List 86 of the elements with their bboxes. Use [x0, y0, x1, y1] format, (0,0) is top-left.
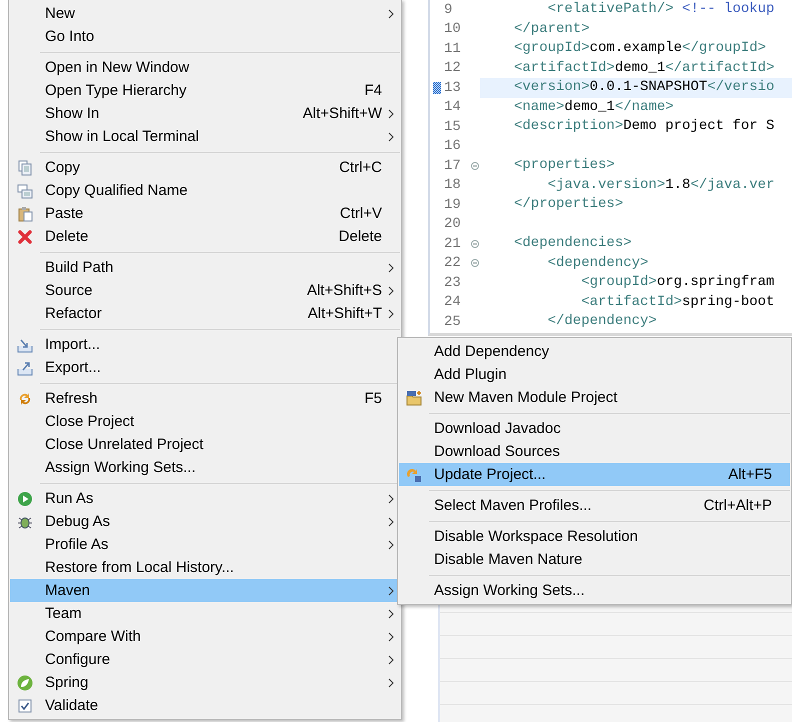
leaf-icon: [17, 674, 33, 690]
menu-item[interactable]: Delete Delete: [10, 225, 400, 248]
code-line: <version>0.0.1-SNAPSHOT</versio: [514, 79, 774, 95]
menu-item[interactable]: Refactor Alt+Shift+T: [10, 302, 400, 325]
menu-item[interactable]: Open Type Hierarchy F4: [10, 79, 400, 102]
code-line: <properties>: [514, 157, 615, 173]
clipboard-icon: [17, 206, 33, 222]
menu-item[interactable]: Import...: [10, 333, 400, 356]
code-line: <java.version>1.8</java.ver: [546, 176, 774, 192]
menu-item[interactable]: Download Sources: [399, 440, 790, 463]
delete-icon: [17, 228, 33, 244]
code-line: <dependencies>: [514, 235, 632, 251]
code-line: </dependency>: [546, 313, 657, 329]
folder-icon: [406, 390, 422, 406]
menu-item[interactable]: Update Project... Alt+F5: [399, 463, 790, 486]
line-number: 13: [444, 80, 462, 96]
menu-item[interactable]: Select Maven Profiles... Ctrl+Alt+P: [399, 494, 790, 517]
line-number: 25: [444, 314, 462, 330]
copy-icon: [17, 182, 33, 198]
line-number: 9: [444, 2, 454, 18]
menu-item[interactable]: Restore from Local History...: [10, 556, 400, 579]
menu-item[interactable]: New Maven Module Project: [399, 386, 790, 409]
refresh-icon: [17, 390, 33, 406]
menu-item[interactable]: Disable Workspace Resolution: [399, 525, 790, 548]
menu-item[interactable]: Show In Alt+Shift+W: [10, 102, 400, 125]
menu-item[interactable]: Debug As: [10, 510, 400, 533]
collapse-icon[interactable]: [471, 162, 479, 170]
code-line: <name>demo_1</name>: [514, 98, 674, 114]
code-line: <artifactId>demo_1</artifactId>: [514, 60, 774, 76]
menu-item[interactable]: Maven: [10, 579, 400, 602]
menu-item[interactable]: Configure: [10, 648, 400, 671]
code-line: </parent>: [514, 20, 590, 36]
menu-item[interactable]: Refresh F5: [10, 387, 400, 410]
menu-item[interactable]: Show in Local Terminal: [10, 125, 400, 148]
menu-item[interactable]: Close Project: [10, 410, 400, 433]
line-number: 17: [444, 158, 462, 174]
code-line: <groupId>org.springfram: [580, 274, 774, 290]
menu-item[interactable]: Close Unrelated Project: [10, 433, 400, 456]
copy-icon: [17, 160, 33, 176]
menu-item[interactable]: Build Path: [10, 256, 400, 279]
line-number: 14: [444, 99, 462, 116]
code-line: <relativePath/> <!-- lookup: [546, 1, 774, 17]
collapse-icon[interactable]: [471, 259, 479, 268]
line-number: 15: [444, 118, 462, 135]
menu-item[interactable]: Compare With: [10, 625, 400, 648]
menu-item[interactable]: Validate: [10, 694, 400, 717]
export-icon: [17, 360, 33, 376]
line-number: 21: [444, 236, 462, 252]
import-icon: [17, 336, 33, 352]
checkbox-icon: [17, 698, 33, 714]
line-number: 22: [444, 255, 462, 272]
code-line: <description>Demo project for S: [514, 118, 774, 134]
menu-item[interactable]: Spring: [10, 671, 400, 694]
menu-item[interactable]: Source Alt+Shift+S: [10, 279, 400, 302]
code-line: <dependency>: [546, 254, 648, 270]
line-number: 20: [444, 216, 462, 232]
menu-item[interactable]: Add Plugin: [399, 363, 790, 386]
code-line: <artifactId>spring-boot: [580, 294, 774, 310]
menu-item[interactable]: Copy Qualified Name: [10, 179, 400, 202]
menu-item[interactable]: Assign Working Sets...: [399, 579, 790, 602]
line-number: 10: [444, 21, 462, 38]
menu-item[interactable]: Copy Ctrl+C: [10, 156, 400, 179]
menu-item[interactable]: Disable Maven Nature: [399, 548, 790, 571]
menu-item[interactable]: Assign Working Sets...: [10, 456, 400, 479]
menu-item[interactable]: Open in New Window: [10, 56, 400, 79]
update-icon: [406, 466, 422, 482]
line-number: 23: [444, 274, 462, 291]
menu-item[interactable]: Profile As: [10, 533, 400, 556]
line-number: 19: [444, 196, 462, 213]
line-number: 24: [444, 294, 462, 310]
menu-item[interactable]: Go Into: [10, 25, 400, 48]
menu-item[interactable]: Paste Ctrl+V: [10, 202, 400, 225]
menu-item[interactable]: Download Javadoc: [399, 417, 790, 440]
menu-item[interactable]: Team: [10, 602, 400, 625]
line-number: 12: [444, 60, 462, 76]
code-line: </properties>: [514, 196, 624, 212]
collapse-icon[interactable]: [471, 240, 479, 248]
menu-item[interactable]: New: [10, 2, 400, 25]
line-number: 16: [444, 138, 462, 154]
code-line: <groupId>com.example</groupId>: [514, 40, 766, 56]
menu-item[interactable]: Add Dependency: [399, 340, 790, 363]
menu-item[interactable]: Run As: [10, 487, 400, 510]
menu-item[interactable]: Export...: [10, 356, 400, 379]
run-icon: [17, 490, 33, 506]
line-number: 18: [444, 177, 462, 194]
line-number: 11: [444, 40, 462, 57]
